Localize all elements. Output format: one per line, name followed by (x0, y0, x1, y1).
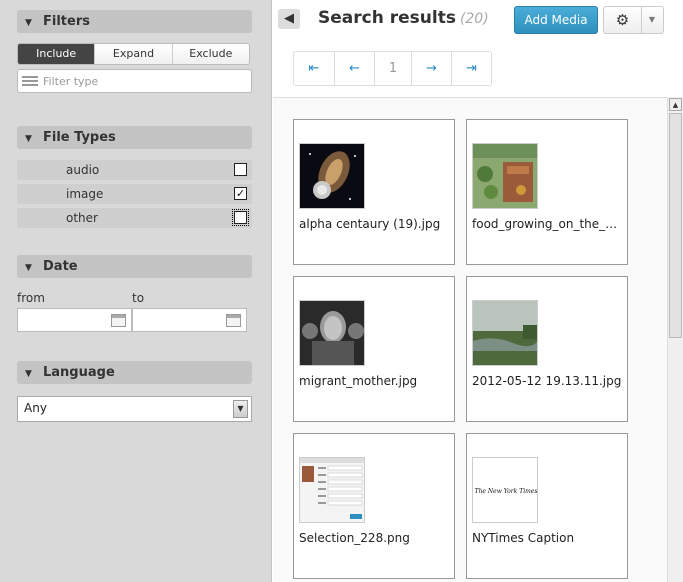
calendar-icon[interactable] (226, 314, 241, 327)
results-grid: alpha centaury (19).jpg food_growing_on_… (273, 97, 667, 582)
garden-thumbnail (472, 143, 538, 209)
media-name: 2012-05-12 19.13.11.jpg (472, 374, 622, 388)
drag-handle-icon (22, 76, 38, 86)
media-card[interactable]: The New York Times NYTimes Caption (466, 433, 628, 579)
dropdown-arrow-icon[interactable]: ▼ (233, 400, 248, 418)
file-type-other[interactable]: other (17, 208, 252, 228)
date-to-input[interactable] (132, 308, 247, 332)
language-selected-value: Any (24, 401, 47, 415)
results-scrollbar[interactable]: ▲ (667, 97, 683, 582)
scroll-up-icon[interactable]: ▲ (669, 98, 682, 111)
last-page-button[interactable]: ⇥ (451, 52, 491, 85)
chevron-down-icon: ▼ (25, 263, 32, 273)
media-card[interactable]: migrant_mother.jpg (293, 276, 455, 422)
media-name: food_growing_on_the_r… (472, 217, 622, 231)
date-section-header[interactable]: ▼ Date (17, 255, 252, 278)
chevron-down-icon: ▼ (25, 134, 32, 144)
filters-section-header[interactable]: ▼ Filters (17, 10, 252, 33)
file-type-label: image (66, 187, 104, 201)
other-checkbox[interactable] (232, 209, 249, 226)
page-title: Search results (20) (318, 8, 489, 28)
media-card[interactable]: Selection_228.png (293, 433, 455, 579)
filter-mode-toggle: Include Expand Exclude (17, 43, 250, 65)
screenshot-thumbnail (299, 457, 365, 523)
pagination: ⇤ ← 1 → ⇥ (293, 51, 492, 86)
file-type-image[interactable]: image ✓ (17, 184, 252, 204)
media-name: alpha centaury (19).jpg (299, 217, 441, 231)
mode-exclude-button[interactable]: Exclude (171, 44, 249, 64)
chevron-down-icon: ▼ (25, 18, 32, 28)
file-type-label: audio (66, 163, 100, 177)
collapse-sidebar-button[interactable]: ◀ (278, 9, 300, 29)
add-media-button[interactable]: Add Media (514, 6, 598, 34)
caret-down-icon[interactable]: ▼ (641, 7, 663, 33)
image-checkbox[interactable]: ✓ (234, 187, 247, 200)
date-from-input[interactable] (17, 308, 132, 332)
settings-dropdown-button[interactable]: ⚙ ▼ (603, 6, 664, 34)
mode-expand-button[interactable]: Expand (94, 44, 172, 64)
language-section-header[interactable]: ▼ Language (17, 361, 252, 384)
media-card[interactable]: 2012-05-12 19.13.11.jpg (466, 276, 628, 422)
newspaper-logo-text: The New York Times (475, 488, 538, 495)
newspaper-thumbnail: The New York Times (472, 457, 538, 523)
first-page-button[interactable]: ⇤ (294, 52, 334, 85)
date-to-label: to (132, 291, 145, 305)
file-type-audio[interactable]: audio (17, 160, 252, 180)
space-thumbnail (299, 143, 365, 209)
portrait-thumbnail (299, 300, 365, 366)
arrow-left-icon: ◀ (284, 11, 294, 26)
media-name: NYTimes Caption (472, 531, 575, 545)
scrollbar-thumb[interactable] (669, 113, 682, 338)
results-panel: ◀ Search results (20) Add Media ⚙ ▼ ⇤ ← 1… (273, 0, 683, 582)
media-name: Selection_228.png (299, 531, 410, 545)
date-title: Date (43, 259, 78, 274)
language-title: Language (43, 365, 115, 380)
language-select[interactable]: Any ▼ (17, 396, 252, 422)
file-type-label: other (66, 211, 98, 225)
current-page: 1 (374, 52, 411, 85)
landscape-thumbnail (472, 300, 538, 366)
filter-type-input[interactable] (43, 74, 243, 88)
next-page-button[interactable]: → (411, 52, 451, 85)
prev-page-button[interactable]: ← (334, 52, 374, 85)
gear-icon[interactable]: ⚙ (604, 7, 642, 33)
audio-checkbox[interactable] (234, 163, 247, 176)
filters-title: Filters (43, 14, 90, 29)
calendar-icon[interactable] (111, 314, 126, 327)
page-title-text: Search results (318, 8, 456, 28)
mode-include-button[interactable]: Include (18, 44, 95, 64)
media-card[interactable]: food_growing_on_the_r… (466, 119, 628, 265)
file-types-section-header[interactable]: ▼ File Types (17, 126, 252, 149)
date-from-label: from (17, 291, 45, 305)
filter-type-field (17, 69, 252, 93)
media-card[interactable]: alpha centaury (19).jpg (293, 119, 455, 265)
file-types-title: File Types (43, 130, 116, 145)
filter-sidebar: ▼ Filters Include Expand Exclude ▼ File Ty… (0, 0, 272, 582)
results-count: (20) (459, 11, 489, 27)
chevron-down-icon: ▼ (25, 369, 32, 379)
media-name: migrant_mother.jpg (299, 374, 418, 388)
